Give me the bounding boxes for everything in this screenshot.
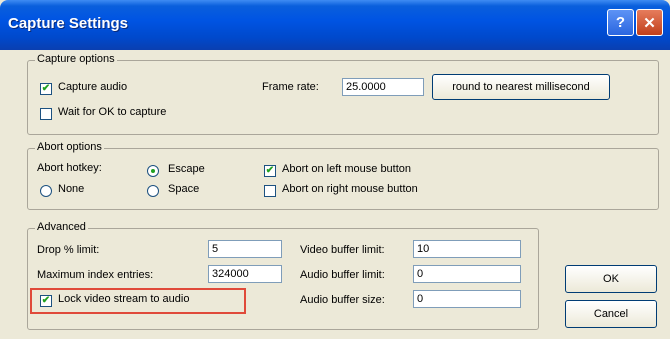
hotkey-space-radio[interactable] (147, 185, 159, 197)
round-millisecond-label: round to nearest millisecond (452, 81, 590, 93)
abort-left-label[interactable]: Abort on left mouse button (282, 163, 411, 175)
cancel-label: Cancel (593, 308, 629, 320)
capture-settings-dialog: Capture Settings ? ✕ Capture options ✔ C… (0, 0, 670, 339)
hotkey-escape-radio[interactable] (147, 165, 159, 177)
help-button[interactable]: ? (607, 9, 634, 36)
hotkey-space-label[interactable]: Space (168, 183, 199, 195)
capture-audio-checkbox[interactable]: ✔ (40, 83, 52, 95)
abort-hotkey-label: Abort hotkey: (37, 162, 102, 174)
wait-for-ok-label[interactable]: Wait for OK to capture (58, 106, 166, 118)
close-button[interactable]: ✕ (636, 9, 663, 36)
frame-rate-label: Frame rate: (262, 81, 319, 93)
check-icon: ✔ (41, 295, 51, 306)
drop-limit-input[interactable]: 5 (208, 240, 282, 258)
ok-button[interactable]: OK (565, 265, 657, 293)
abort-left-checkbox[interactable]: ✔ (264, 165, 276, 177)
drop-limit-label: Drop % limit: (37, 244, 100, 256)
check-icon: ✔ (41, 83, 51, 94)
audio-buffer-size-input[interactable]: 0 (413, 290, 521, 308)
hotkey-none-radio[interactable] (40, 185, 52, 197)
max-index-input[interactable]: 324000 (208, 265, 282, 283)
lock-video-label[interactable]: Lock video stream to audio (58, 293, 189, 305)
advanced-legend: Advanced (35, 221, 88, 233)
audio-buffer-limit-input[interactable]: 0 (413, 265, 521, 283)
abort-options-legend: Abort options (35, 141, 104, 153)
audio-buffer-limit-label: Audio buffer limit: (300, 269, 385, 281)
wait-for-ok-checkbox[interactable] (40, 108, 52, 120)
hotkey-escape-label[interactable]: Escape (168, 163, 205, 175)
max-index-label: Maximum index entries: (37, 269, 154, 281)
window-title: Capture Settings (8, 15, 129, 32)
hotkey-none-label[interactable]: None (58, 183, 84, 195)
frame-rate-input[interactable]: 25.0000 (342, 78, 424, 96)
round-millisecond-button[interactable]: round to nearest millisecond (432, 74, 610, 100)
cancel-button[interactable]: Cancel (565, 300, 657, 328)
ok-label: OK (603, 273, 619, 285)
audio-buffer-size-label: Audio buffer size: (300, 294, 385, 306)
lock-video-checkbox[interactable]: ✔ (40, 295, 52, 307)
abort-right-checkbox[interactable] (264, 185, 276, 197)
title-bar[interactable]: Capture Settings ? ✕ (0, 0, 670, 50)
abort-options-group: Abort options (27, 141, 659, 210)
capture-audio-label[interactable]: Capture audio (58, 81, 127, 93)
check-icon: ✔ (265, 165, 275, 176)
abort-right-label[interactable]: Abort on right mouse button (282, 183, 418, 195)
capture-options-legend: Capture options (35, 53, 117, 65)
video-buffer-limit-input[interactable]: 10 (413, 240, 521, 258)
video-buffer-limit-label: Video buffer limit: (300, 244, 385, 256)
